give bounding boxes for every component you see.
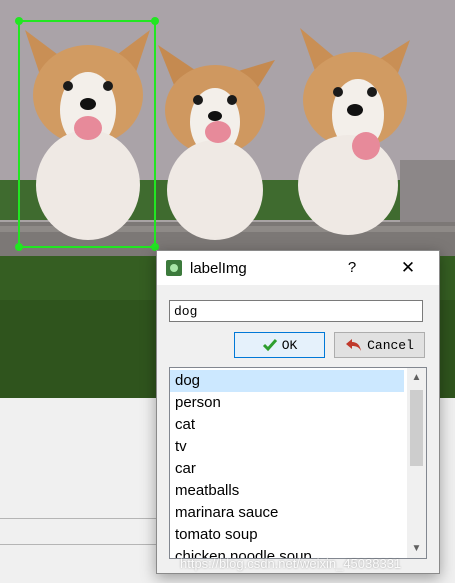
- list-item[interactable]: car: [170, 458, 404, 480]
- checkmark-icon: [262, 339, 277, 352]
- scroll-up-icon[interactable]: ▲: [407, 368, 426, 387]
- ok-button-label: OK: [281, 337, 298, 353]
- ok-button[interactable]: OK: [234, 332, 325, 358]
- dialog-title: labelImg: [190, 260, 247, 277]
- bbox-handle-top-left[interactable]: [15, 17, 23, 25]
- watermark: https://blog.csdn.net/weixin_45038331: [180, 556, 402, 571]
- dialog-titlebar[interactable]: labelImg ? ✕: [157, 251, 439, 285]
- bbox-handle-bottom-left[interactable]: [15, 243, 23, 251]
- panel-divider: [0, 518, 170, 519]
- scroll-down-icon[interactable]: ▼: [407, 539, 426, 558]
- close-button[interactable]: ✕: [395, 257, 421, 279]
- cancel-button-label: Cancel: [367, 337, 414, 353]
- list-item[interactable]: tomato soup: [170, 524, 404, 546]
- list-item[interactable]: marinara sauce: [170, 502, 404, 524]
- list-scrollbar[interactable]: ▲ ▼: [407, 368, 426, 558]
- panel-divider: [0, 544, 170, 545]
- label-input[interactable]: [169, 300, 423, 322]
- label-list[interactable]: dog person cat tv car meatballs marinara sauce…: [169, 367, 427, 559]
- list-item[interactable]: dog: [170, 370, 404, 392]
- cancel-button[interactable]: Cancel: [334, 332, 425, 358]
- label-dialog: labelImg ? ✕ OK Cancel dogpersoncattvcar…: [156, 250, 440, 574]
- help-button[interactable]: ?: [340, 257, 364, 279]
- list-item[interactable]: tv: [170, 436, 404, 458]
- scroll-thumb[interactable]: [410, 390, 423, 466]
- bbox-handle-top-right[interactable]: [151, 17, 159, 25]
- list-item[interactable]: cat: [170, 414, 404, 436]
- labelimg-app-icon: [166, 260, 182, 276]
- list-item[interactable]: person: [170, 392, 404, 414]
- list-item[interactable]: meatballs: [170, 480, 404, 502]
- undo-arrow-icon: [346, 339, 362, 351]
